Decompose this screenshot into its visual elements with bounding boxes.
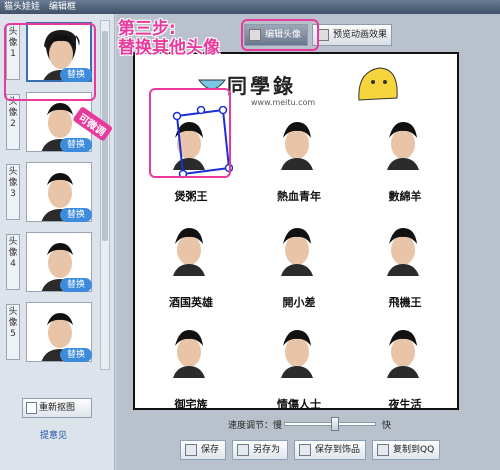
template-caption: 數綿羊 (388, 190, 422, 203)
template-cell-6[interactable]: 飛機王 (357, 214, 453, 324)
template-caption: 夜生活 (388, 398, 422, 411)
accessory-icon (299, 444, 311, 456)
avatar-face[interactable] (275, 118, 319, 170)
template-cell-3[interactable]: 數綿羊 (357, 108, 453, 218)
template-cell-9[interactable]: 夜生活 (357, 316, 453, 426)
template-caption: 情傷人士 (277, 398, 321, 411)
annotation-box-avatar (149, 88, 231, 178)
template-cell-7[interactable]: 御宅族 (143, 316, 239, 426)
template-caption: 煲粥王 (174, 190, 208, 203)
avatar-face[interactable] (275, 224, 319, 276)
annotation-step-line1: 第三步: (118, 19, 176, 39)
avatar-face[interactable] (167, 326, 211, 378)
feedback-link[interactable]: 提意见 (40, 428, 67, 441)
reselect-label: 重新抠图 (39, 403, 76, 413)
avatar-slot-label: 头像3 (6, 164, 20, 220)
crop-icon (26, 402, 37, 414)
avatar-face[interactable] (381, 118, 425, 170)
annotation-box-first-slot (4, 23, 96, 101)
replace-button[interactable]: 替换 (60, 208, 92, 222)
qq-icon (377, 444, 389, 456)
copy-to-qq-label: 复制到QQ (393, 445, 435, 455)
avatar-slot-5[interactable]: 头像5 替换 (4, 300, 98, 364)
replace-button[interactable]: 替换 (60, 348, 92, 362)
avatar-face[interactable] (381, 326, 425, 378)
chick-mascot-icon (358, 67, 398, 101)
avatar-slot-4[interactable]: 头像4 替换 (4, 230, 98, 294)
editor-panel: 编辑头像 预览动画效果 同學錄 www.meitu.com 煲粥王 熱血青年 數… (116, 14, 500, 470)
template-cell-8[interactable]: 情傷人士 (251, 316, 347, 426)
save-as-button[interactable]: 另存为 (232, 440, 288, 460)
app-title: 猫头娃娃 (4, 2, 41, 12)
replace-button[interactable]: 替换 (60, 278, 92, 292)
reselect-button[interactable]: 重新抠图 (22, 398, 92, 418)
save-as-icon (237, 444, 249, 456)
template-caption: 開小差 (282, 296, 316, 309)
speed-slider-knob[interactable] (330, 417, 339, 431)
save-to-accessory-button[interactable]: 保存到饰品 (294, 440, 366, 460)
avatar-slot-label: 头像2 (6, 94, 20, 150)
save-to-accessory-label: 保存到饰品 (315, 445, 361, 455)
avatar-list-scrollbar[interactable] (100, 20, 110, 370)
avatar-slot-label: 头像5 (6, 304, 20, 360)
save-as-label: 另存为 (253, 445, 281, 455)
avatar-face[interactable] (275, 326, 319, 378)
avatar-slot-label: 头像4 (6, 234, 20, 290)
annotation-box-edit-tab (241, 19, 319, 51)
canvas-logo-text: 同學錄 (227, 74, 296, 98)
speed-fast-label: 快 (382, 421, 392, 431)
template-caption: 飛機王 (388, 296, 422, 309)
template-cell-4[interactable]: 酒国英雄 (143, 214, 239, 324)
template-caption: 御宅族 (174, 398, 208, 411)
template-caption: 酒国英雄 (169, 296, 213, 309)
save-label: 保存 (201, 445, 220, 455)
save-icon (185, 444, 197, 456)
tab-preview-label: 预览动画效果 (333, 30, 388, 40)
annotation-step-line2: 替换其他头像 (118, 38, 220, 58)
avatar-slot-3[interactable]: 头像3 替换 (4, 160, 98, 224)
annotation-step-text: 第三步: 替换其他头像 (118, 20, 220, 58)
avatar-face[interactable] (167, 224, 211, 276)
tab-preview-animation[interactable]: 预览动画效果 (312, 24, 392, 46)
canvas-logo-url: www.meitu.com (251, 98, 316, 107)
window-title-bar: 猫头娃娃 编辑框 (0, 0, 500, 14)
template-cell-5[interactable]: 開小差 (251, 214, 347, 324)
template-caption: 熱血青年 (277, 190, 321, 203)
save-button[interactable]: 保存 (180, 440, 226, 460)
template-cell-2[interactable]: 熱血青年 (251, 108, 347, 218)
replace-button[interactable]: 替换 (60, 138, 92, 152)
copy-to-qq-button[interactable]: 复制到QQ (372, 440, 440, 460)
avatar-face[interactable] (381, 224, 425, 276)
mode-title: 编辑框 (48, 2, 76, 12)
speed-label: 速度调节：慢 (228, 421, 283, 431)
